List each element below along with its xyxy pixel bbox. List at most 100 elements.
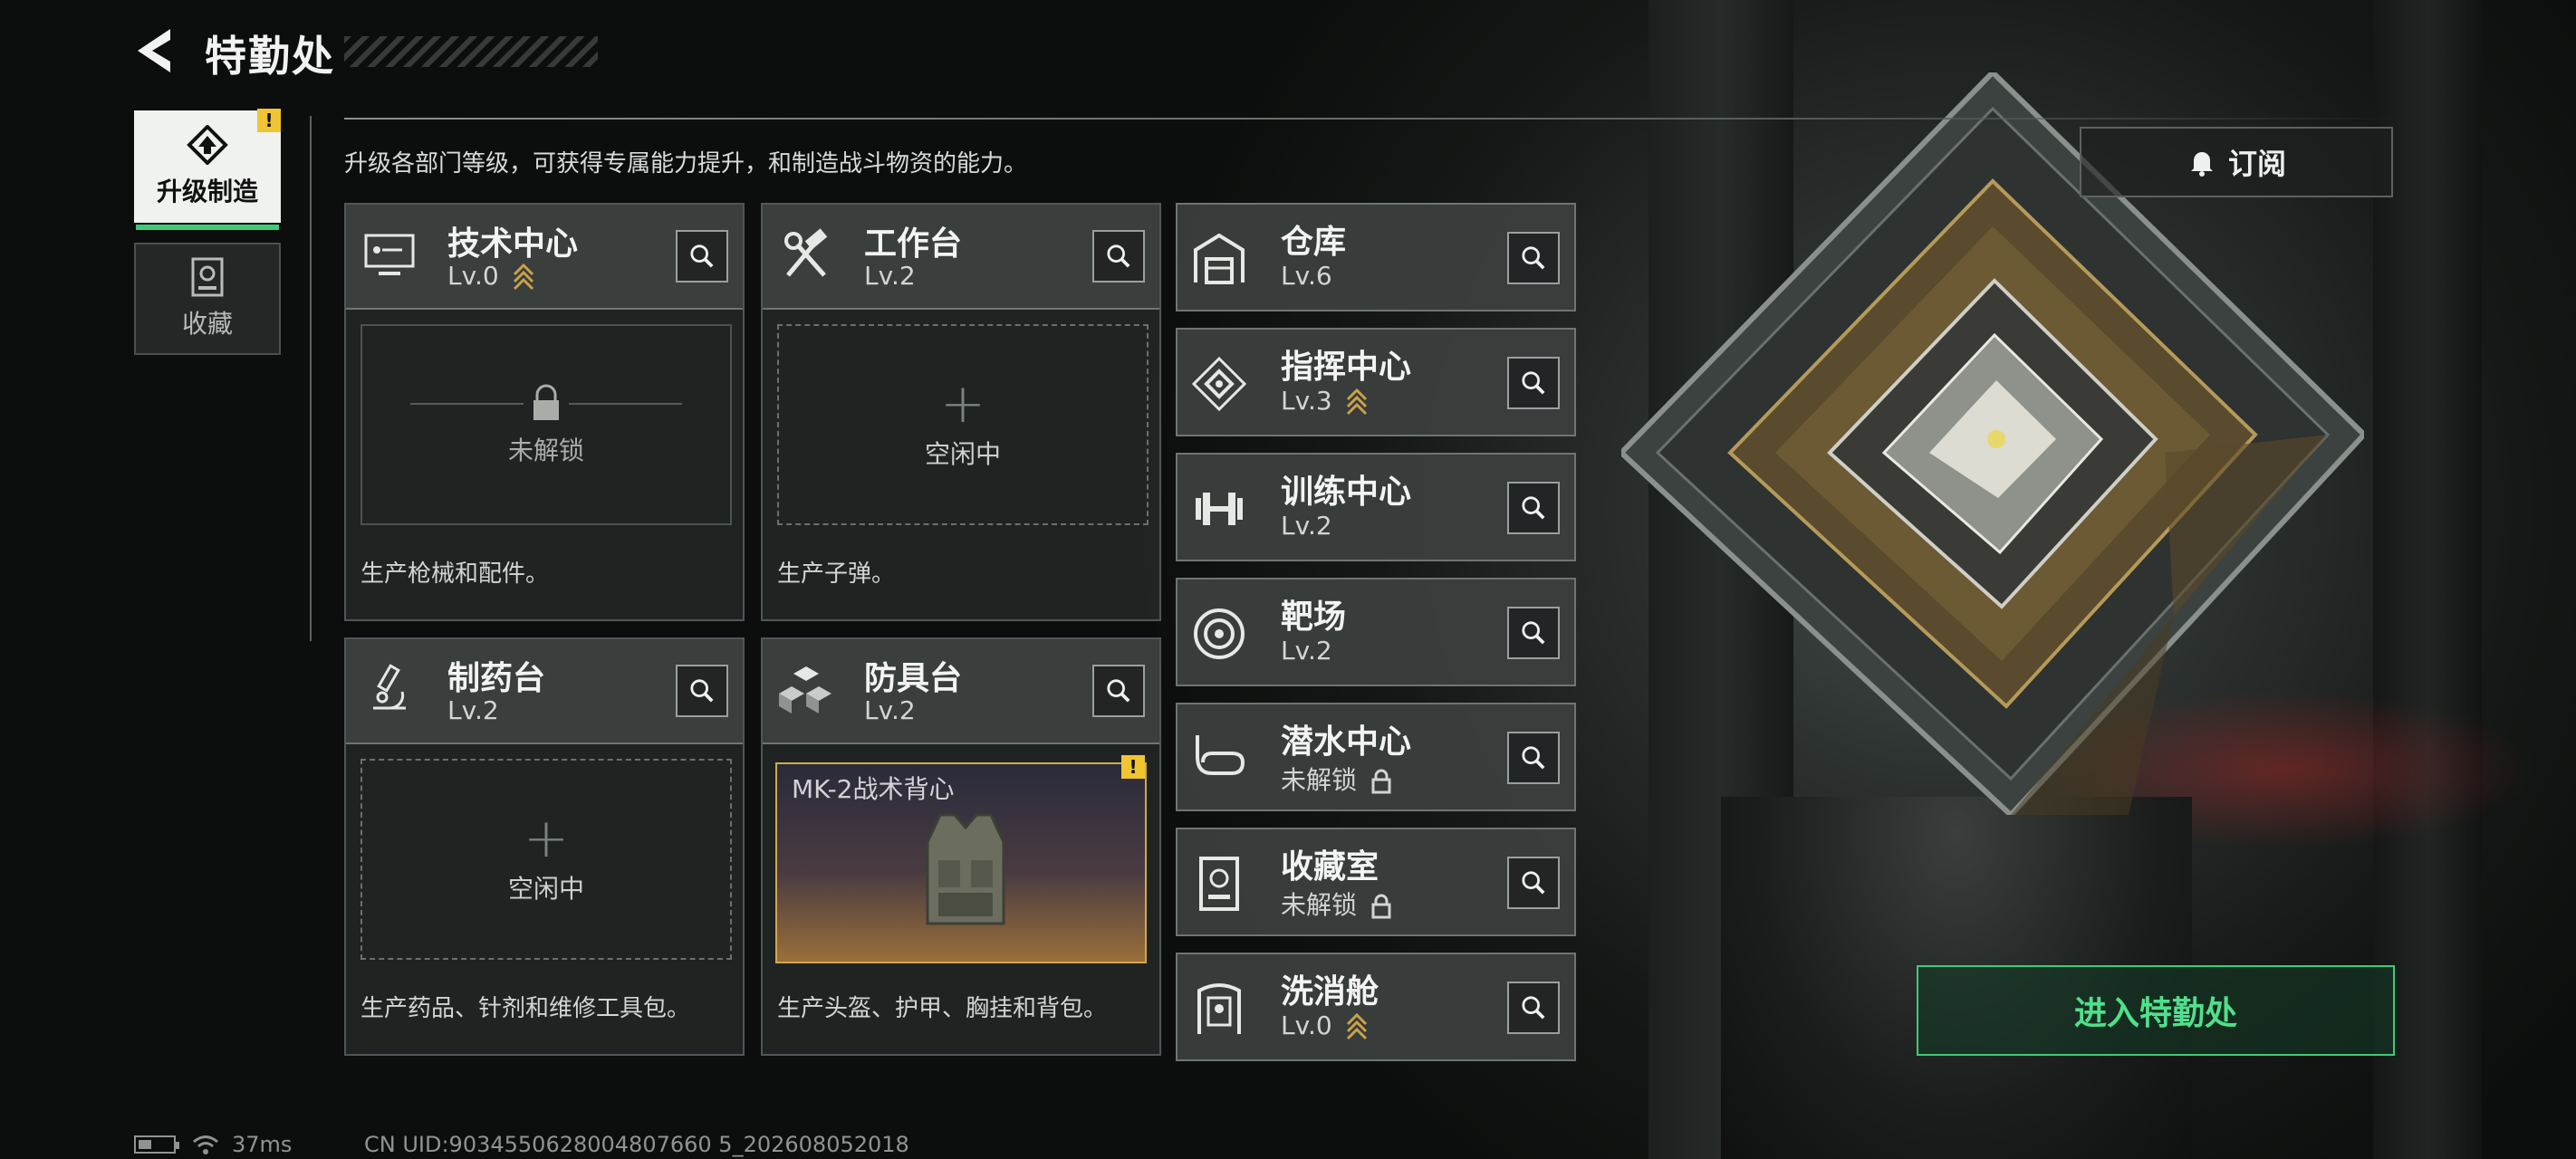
warehouse-icon [1194,233,1245,284]
level-text: Lv.2 [447,695,499,725]
section-description: 升级各部门等级，可获得专属能力提升，和制造战斗物资的能力。 [344,150,1028,177]
facility-row-training-center[interactable]: 训练中心 Lv.2 [1176,453,1576,561]
search-button[interactable] [1507,357,1560,409]
facility-card-pharmacy[interactable]: 制药台 Lv.2 + 空闲中 生产药品、针剂和维修工具包。 [344,637,745,1056]
facility-row-decontamination[interactable]: 洗消舱 Lv.0 [1176,953,1576,1061]
alert-badge: ! [257,109,281,132]
facility-row-command-center[interactable]: 指挥中心 Lv.3 [1176,328,1576,436]
lock-icon [1371,894,1391,919]
trophy-case-icon [191,257,224,297]
battery-icon [134,1135,179,1154]
diving-mask-icon [1196,735,1245,775]
facility-description: 生产子弹。 [777,560,896,588]
search-button[interactable] [1092,665,1145,717]
search-button[interactable] [1092,230,1145,283]
search-button[interactable] [676,665,728,717]
lock-icon [410,384,682,420]
upgrade-available-icon [513,263,533,291]
divider [310,116,312,641]
item-name: MK-2战术背心 [792,774,955,804]
tab-label: 收藏 [181,309,233,339]
search-button[interactable] [1507,607,1560,659]
production-slot-completed[interactable]: MK-2战术背心 [775,762,1147,963]
status-bar: 37ms [134,1132,292,1157]
facility-level: Lv.3 [1281,386,1368,416]
bell-icon [2190,152,2213,177]
facility-name: 洗消舱 [1281,973,1379,1011]
facility-row-shooting-range[interactable]: 靶场 Lv.2 [1176,578,1576,686]
level-text: 未解锁 [1281,890,1358,920]
facility-level: Lv.0 [1281,1011,1368,1040]
facility-name: 工作台 [864,225,963,263]
facility-name: 指挥中心 [1281,349,1412,386]
slot-status: 空闲中 [507,874,584,904]
tactical-vest-image [926,813,1005,925]
level-text: Lv.2 [864,695,916,725]
search-button[interactable] [676,230,728,283]
facility-name: 仓库 [1281,224,1347,261]
back-arrow-icon[interactable] [132,25,183,76]
active-tab-indicator [136,225,279,230]
plus-icon: + [523,807,570,870]
facility-row-collection-room[interactable]: 收藏室 未解锁 [1176,828,1576,936]
facility-name: 技术中心 [447,225,579,263]
tab-label: 升级制造 [156,177,258,206]
production-slot-idle[interactable]: + 空闲中 [777,324,1149,525]
computer-icon [364,234,415,275]
level-text: Lv.2 [1281,636,1332,666]
target-icon [1194,608,1245,659]
facility-description: 生产头盔、护甲、胸挂和背包。 [777,995,1108,1022]
production-slot-idle[interactable]: + 空闲中 [360,759,732,960]
ping-value: 37ms [232,1132,293,1157]
facility-level: 未解锁 [1281,761,1392,797]
card-header: 防具台 Lv.2 [763,639,1159,744]
upgrade-icon [187,125,228,165]
upgrade-available-icon [1346,1013,1367,1040]
microscope-icon [373,664,406,710]
level-text: Lv.2 [864,261,916,291]
search-button[interactable] [1507,857,1560,909]
slot-status: 未解锁 [507,436,584,465]
title-decoration [344,36,598,67]
search-button[interactable] [1507,482,1560,534]
divider [344,118,2400,120]
card-header: 工作台 Lv.2 [763,205,1159,310]
facility-name: 收藏室 [1281,848,1379,886]
search-button[interactable] [1507,982,1560,1034]
facility-name: 靶场 [1281,599,1347,636]
hammer-wrench-icon [784,228,828,277]
command-diamond-icon [1191,356,1247,412]
decon-chamber-icon [1197,983,1241,1034]
facility-name: 潜水中心 [1281,723,1412,761]
level-text: 未解锁 [1281,765,1358,795]
card-header: 技术中心 Lv.0 [346,205,743,310]
dumbbell-icon [1196,493,1243,525]
facility-name: 防具台 [864,660,963,697]
facility-description: 生产枪械和配件。 [360,560,550,588]
subscribe-button[interactable]: 订阅 [2080,127,2393,197]
level-text: Lv.2 [1281,511,1332,541]
slot-status: 空闲中 [924,439,1001,469]
upgrade-available-icon [1346,388,1367,416]
facility-row-warehouse[interactable]: 仓库 Lv.6 [1176,203,1576,311]
level-text: Lv.0 [1281,1011,1332,1040]
lock-icon [1371,769,1391,794]
facility-card-tech-center[interactable]: 技术中心 Lv.0 未解锁 生产枪械和配件。 [344,203,745,621]
level-text: Lv.6 [1281,261,1332,291]
card-header: 制药台 Lv.2 [346,639,743,744]
facility-row-diving-center[interactable]: 潜水中心 未解锁 [1176,703,1576,811]
user-uid: CN UID:9034550628004807660 5_20260805201… [364,1132,909,1157]
tab-collection[interactable]: 收藏 [134,243,281,355]
plus-icon: + [939,372,986,436]
facility-card-workbench[interactable]: 工作台 Lv.2 + 空闲中 生产子弹。 [761,203,1161,621]
level-text: Lv.3 [1281,386,1332,416]
page-title: 特勤处 [205,32,335,81]
alert-badge: ! [1121,755,1145,779]
production-slot-locked: 未解锁 [360,324,732,525]
facility-name: 制药台 [447,660,546,697]
search-button[interactable] [1507,732,1560,784]
search-button[interactable] [1507,232,1560,284]
cubes-icon [779,666,831,714]
enter-special-ops-button[interactable]: 进入特勤处 [1917,965,2395,1056]
facility-description: 生产药品、针剂和维修工具包。 [360,995,691,1022]
